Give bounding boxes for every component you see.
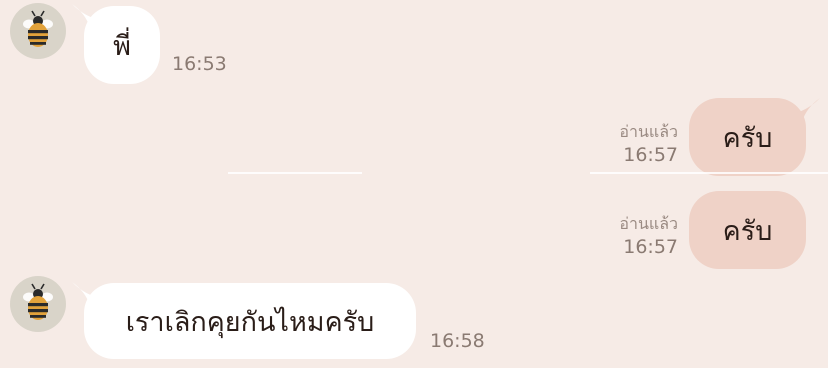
message-text: พี่ [113,30,131,62]
message-meta: อ่านแล้ว 16:57 [619,121,678,167]
message-text: ครับ [722,215,773,247]
message-text: เราเลิกคุยกันไหมครับ [125,306,375,338]
message-time: 16:57 [623,236,678,258]
bubble-tail [790,98,820,122]
message-meta: อ่านแล้ว 16:57 [619,213,678,259]
message-time: 16:53 [172,53,227,75]
separator-line [590,172,828,174]
separator-line [228,172,362,174]
message-bubble-outgoing[interactable]: ครับ [689,191,806,269]
bee-avatar-icon [23,10,53,47]
message-bubble-incoming[interactable]: พี่ [84,6,160,84]
message-bubble-outgoing[interactable]: ครับ [689,98,806,176]
sender-avatar[interactable] [10,3,66,59]
message-bubble-incoming[interactable]: เราเลิกคุยกันไหมครับ [84,283,416,359]
message-text: ครับ [722,122,773,154]
read-receipt: อ่านแล้ว [619,214,678,233]
sender-avatar[interactable] [10,276,66,332]
read-receipt: อ่านแล้ว [619,122,678,141]
bee-avatar-icon [23,283,53,320]
message-time: 16:58 [430,330,485,352]
message-time: 16:57 [623,144,678,166]
